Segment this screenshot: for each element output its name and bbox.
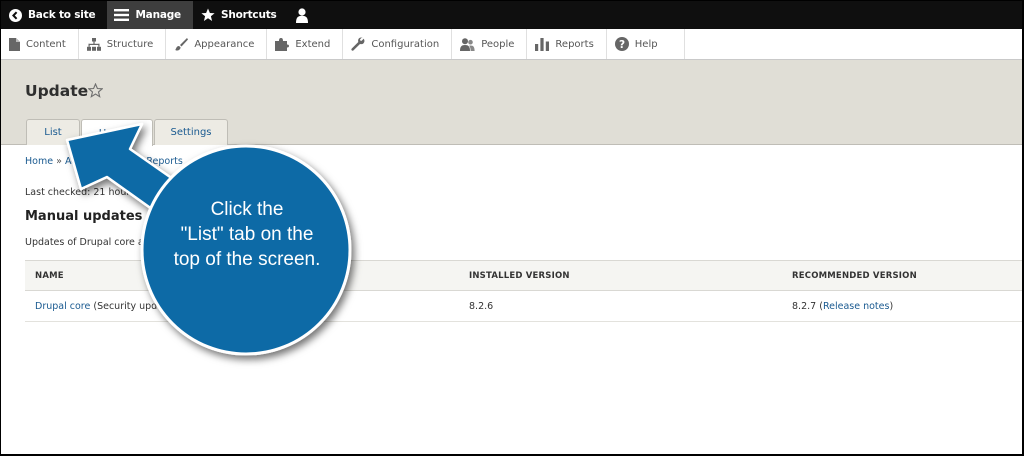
installed-version-cell: 8.2.6 <box>469 301 494 312</box>
release-notes-link[interactable]: Release notes <box>823 301 890 312</box>
tab-list[interactable]: List <box>26 119 80 145</box>
breadcrumb-separator: » <box>137 156 144 167</box>
browser-frame: Back to site Manage Shortcuts Content St… <box>1 1 1022 454</box>
admin-toolbar: Back to site Manage Shortcuts <box>1 1 1022 29</box>
file-icon <box>9 37 20 51</box>
section-description: Updates of Drupal core a <box>25 237 144 248</box>
breadcrumb-administration[interactable]: Administration <box>65 156 135 167</box>
breadcrumb-home[interactable]: Home <box>25 156 53 167</box>
security-update-note: (Security upda <box>93 301 164 312</box>
back-arrow-icon <box>9 8 22 22</box>
tab-bar: List Update Settings <box>26 119 229 146</box>
breadcrumb-reports[interactable]: Reports <box>146 156 182 167</box>
tray-label-people: People <box>481 38 515 50</box>
help-icon: ? <box>614 37 629 51</box>
breadcrumb: Home » Administration » Reports <box>25 156 183 167</box>
tray-label-help: Help <box>634 38 658 50</box>
tray-item-content[interactable]: Content <box>1 29 79 59</box>
back-to-site-button[interactable]: Back to site <box>1 1 103 29</box>
tray-label-structure: Structure <box>106 38 154 50</box>
tray-label-configuration: Configuration <box>371 38 440 50</box>
tray-item-people[interactable]: People <box>452 29 528 59</box>
release-notes-close-paren: ) <box>889 301 894 312</box>
tray-item-help[interactable]: ? Help <box>607 29 685 59</box>
tab-update-label: Update <box>98 127 136 139</box>
column-header-installed-version: Installed version <box>469 271 570 281</box>
tab-settings[interactable]: Settings <box>154 119 228 145</box>
last-checked-text: Last checked: 21 hours <box>25 187 136 198</box>
callout-line-2: "List" tab on the <box>180 224 314 245</box>
tray-label-appearance: Appearance <box>194 38 255 50</box>
tab-list-label: List <box>44 127 62 138</box>
callout-line-1: Click the <box>210 199 284 220</box>
puzzle-icon <box>275 37 290 51</box>
section-title: Manual updates re <box>25 209 163 224</box>
tab-update[interactable]: Update <box>81 119 153 146</box>
bar-chart-icon <box>535 37 550 51</box>
wrench-icon <box>351 37 365 51</box>
recommended-version-value: 8.2.7 <box>792 301 817 312</box>
column-header-recommended-version: Recommended version <box>792 271 917 281</box>
page-header: Update List Update Settings <box>1 60 1022 146</box>
callout-text: Click the "List" tab on the top of the s… <box>151 197 343 272</box>
menu-icon <box>114 9 130 21</box>
page-title: Update <box>25 82 89 100</box>
back-to-site-label: Back to site <box>28 9 96 21</box>
table-row: Drupal core (Security upda 8.2.6 8.2.7 (… <box>25 291 1022 322</box>
star-icon <box>201 8 215 22</box>
project-name-cell: Drupal core (Security upda <box>35 301 163 312</box>
tab-settings-label: Settings <box>170 127 212 138</box>
shortcuts-label: Shortcuts <box>220 9 277 21</box>
admin-tray: Content Structure Appearance Extend Conf… <box>1 29 1022 60</box>
recommended-version-cell: 8.2.7 (Release notes) <box>792 301 893 312</box>
tray-label-reports: Reports <box>555 38 594 50</box>
column-header-name: Name <box>35 271 64 281</box>
tray-item-configuration[interactable]: Configuration <box>343 29 453 59</box>
tray-item-structure[interactable]: Structure <box>79 29 167 59</box>
user-icon <box>295 7 309 23</box>
shortcuts-button[interactable]: Shortcuts <box>193 1 285 29</box>
drupal-core-link[interactable]: Drupal core <box>35 301 90 312</box>
tray-item-appearance[interactable]: Appearance <box>166 29 268 59</box>
people-icon <box>460 37 475 51</box>
manage-label: Manage <box>135 9 181 21</box>
tray-item-extend[interactable]: Extend <box>267 29 344 59</box>
paintbrush-icon <box>174 37 189 51</box>
tray-item-reports[interactable]: Reports <box>527 29 607 59</box>
manage-button[interactable]: Manage <box>107 1 193 29</box>
favorite-star-icon[interactable] <box>87 82 104 102</box>
callout-line-3: top of the screen. <box>173 249 321 270</box>
tray-label-content: Content <box>26 38 66 50</box>
tray-label-extend: Extend <box>295 38 331 50</box>
sitemap-icon <box>86 37 101 51</box>
breadcrumb-separator: » <box>56 156 62 167</box>
user-button[interactable] <box>285 1 323 29</box>
svg-text:?: ? <box>619 39 625 51</box>
